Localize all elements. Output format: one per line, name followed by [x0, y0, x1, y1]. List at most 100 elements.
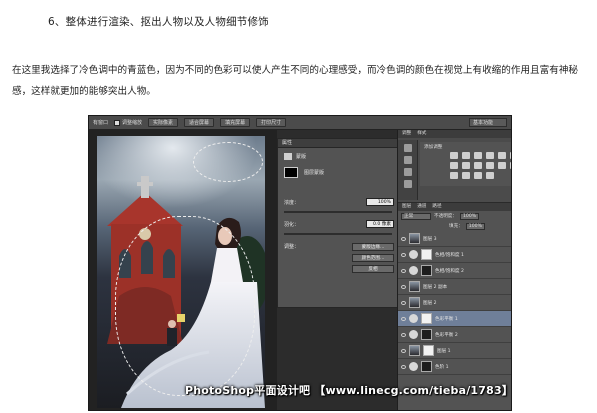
print-size-button[interactable]: 打印尺寸 — [256, 118, 287, 127]
mask-icon — [284, 153, 292, 160]
visibility-eye-icon[interactable] — [401, 348, 406, 353]
layer-name: 色彩平衡 2 — [435, 332, 458, 338]
layer-row[interactable]: 色彩平衡 1 — [398, 311, 511, 327]
layer-name: 图层 2 — [423, 300, 437, 306]
hue-icon[interactable] — [510, 152, 511, 159]
visibility-eye-icon[interactable] — [401, 236, 406, 241]
layer-row[interactable]: 色相/饱和度 2 — [398, 263, 511, 279]
exposure-icon[interactable] — [486, 152, 494, 159]
wedding-photo — [97, 136, 265, 408]
layer-row[interactable]: 图层 3 — [398, 231, 511, 247]
tab-adjustments[interactable]: 调整 — [402, 130, 411, 138]
layer-mask-label: 图层蒙版 — [304, 170, 325, 176]
layer-mask-thumbnail[interactable] — [421, 249, 432, 260]
adjustment-layer-icon — [409, 250, 418, 259]
layer-mask-thumbnail[interactable] — [421, 361, 432, 372]
vibrance-icon[interactable] — [498, 152, 506, 159]
layer-name: 色彩平衡 1 — [435, 316, 458, 322]
gradient-map-icon[interactable] — [474, 172, 482, 179]
visibility-eye-icon[interactable] — [401, 332, 406, 337]
tab-paths[interactable]: 路径 — [432, 203, 441, 211]
tab-layers[interactable]: 图层 — [402, 203, 411, 211]
visibility-eye-icon[interactable] — [401, 364, 406, 369]
history-icon[interactable] — [403, 144, 412, 152]
layer-row[interactable]: 色阶 1 — [398, 359, 511, 375]
feather-slider[interactable] — [284, 233, 392, 235]
layer-row[interactable]: 色相/饱和度 1 — [398, 247, 511, 263]
adjustment-layer-icon — [409, 330, 418, 339]
layer-list: 图层 3 色相/饱和度 1 色相/饱和度 2 图层 2 副本图层 2 色彩平衡 1 色彩平… — [398, 231, 511, 375]
checkbox-icon — [114, 119, 121, 126]
option-item[interactable]: 有窗口 — [93, 119, 108, 126]
visibility-eye-icon[interactable] — [401, 300, 406, 305]
balance-icon[interactable] — [450, 162, 458, 169]
watermark: PhotoShop平面设计吧 【www.linecg.com/tieba/178… — [185, 384, 514, 397]
layer-mask-thumbnail[interactable] — [421, 265, 432, 276]
feather-field[interactable]: 0.0 像素 — [366, 220, 394, 228]
opacity-field[interactable]: 100% — [459, 212, 480, 220]
layer-row[interactable]: 图层 1 — [398, 343, 511, 359]
lookup-icon[interactable] — [498, 162, 506, 169]
adjustments-panel: 添加调整 — [420, 142, 511, 186]
visibility-eye-icon[interactable] — [401, 252, 406, 257]
visibility-eye-icon[interactable] — [401, 268, 406, 273]
bw-icon[interactable] — [462, 162, 470, 169]
adjustment-layer-icon — [409, 314, 418, 323]
threshold-icon[interactable] — [462, 172, 470, 179]
options-bar: 有窗口 调整缩放 实际像素 适合屏幕 填充屏幕 打印尺寸 基本功能 — [89, 116, 511, 130]
curves-icon[interactable] — [474, 152, 482, 159]
visibility-eye-icon[interactable] — [401, 316, 406, 321]
layer-row[interactable]: 图层 2 — [398, 295, 511, 311]
adjustment-icon-grid — [450, 152, 511, 179]
color-range-button[interactable]: 颜色范围... — [352, 254, 394, 262]
document-canvas[interactable] — [89, 130, 277, 410]
layer-name: 色相/饱和度 2 — [435, 268, 464, 274]
section-heading: 6、整体进行渲染、抠出人物以及人物细节修饰 — [48, 16, 269, 28]
layer-mask-thumbnail[interactable] — [421, 313, 432, 324]
selection-marquee — [115, 216, 255, 396]
actual-pixels-button[interactable]: 实际像素 — [148, 118, 179, 127]
blend-mode-select[interactable]: 正常 — [401, 212, 431, 220]
layer-row[interactable]: 图层 2 副本 — [398, 279, 511, 295]
checkbox-label: 调整缩放 — [122, 120, 143, 126]
workspace-select[interactable]: 基本功能 — [469, 118, 507, 127]
fill-field[interactable]: 100% — [465, 222, 485, 230]
fit-screen-button[interactable]: 适合屏幕 — [184, 118, 215, 127]
zoom-checkbox[interactable]: 调整缩放 — [114, 119, 142, 126]
right-panels: 调整 样式 添加调整 图层 通道 路径 正常 不透明度： 100% 填充： 10… — [397, 130, 511, 410]
actions-icon[interactable] — [403, 156, 412, 164]
fill-screen-button[interactable]: 填充屏幕 — [220, 118, 251, 127]
selective-color-icon[interactable] — [486, 172, 494, 179]
brightness-icon[interactable] — [450, 152, 458, 159]
layer-thumbnail — [409, 281, 420, 292]
invert-icon[interactable] — [510, 162, 511, 169]
density-slider[interactable] — [284, 211, 392, 213]
layer-mask-row: 图层蒙版 — [284, 167, 396, 178]
tab-channels[interactable]: 通道 — [417, 203, 426, 211]
tab-styles[interactable]: 样式 — [417, 130, 426, 138]
layers-tabs: 图层 通道 路径 — [398, 203, 511, 211]
layer-name: 色阶 1 — [435, 364, 449, 370]
levels-icon[interactable] — [462, 152, 470, 159]
mixer-icon[interactable] — [486, 162, 494, 169]
posterize-icon[interactable] — [450, 172, 458, 179]
mask-edge-button[interactable]: 蒙版边缘... — [352, 243, 394, 251]
layer-thumbnail — [409, 345, 420, 356]
density-field[interactable]: 100% — [366, 198, 394, 206]
layer-name: 图层 3 — [423, 236, 437, 242]
properties-tab[interactable]: 属性 — [278, 139, 402, 148]
layer-thumbnail — [409, 297, 420, 308]
layer-name: 图层 1 — [437, 348, 451, 354]
blend-row: 正常 不透明度： 100% — [398, 211, 511, 221]
layer-row[interactable]: 色彩平衡 2 — [398, 327, 511, 343]
character-icon[interactable] — [403, 180, 412, 188]
layer-thumbnail — [409, 233, 420, 244]
layer-name: 色相/饱和度 1 — [435, 252, 464, 258]
layer-mask-thumbnail[interactable] — [421, 329, 432, 340]
layer-mask-thumbnail[interactable] — [423, 345, 434, 356]
brush-icon[interactable] — [403, 168, 412, 176]
invert-button[interactable]: 反相 — [352, 265, 394, 273]
add-adjustment-label: 添加调整 — [424, 145, 443, 150]
visibility-eye-icon[interactable] — [401, 284, 406, 289]
photo-filter-icon[interactable] — [474, 162, 482, 169]
